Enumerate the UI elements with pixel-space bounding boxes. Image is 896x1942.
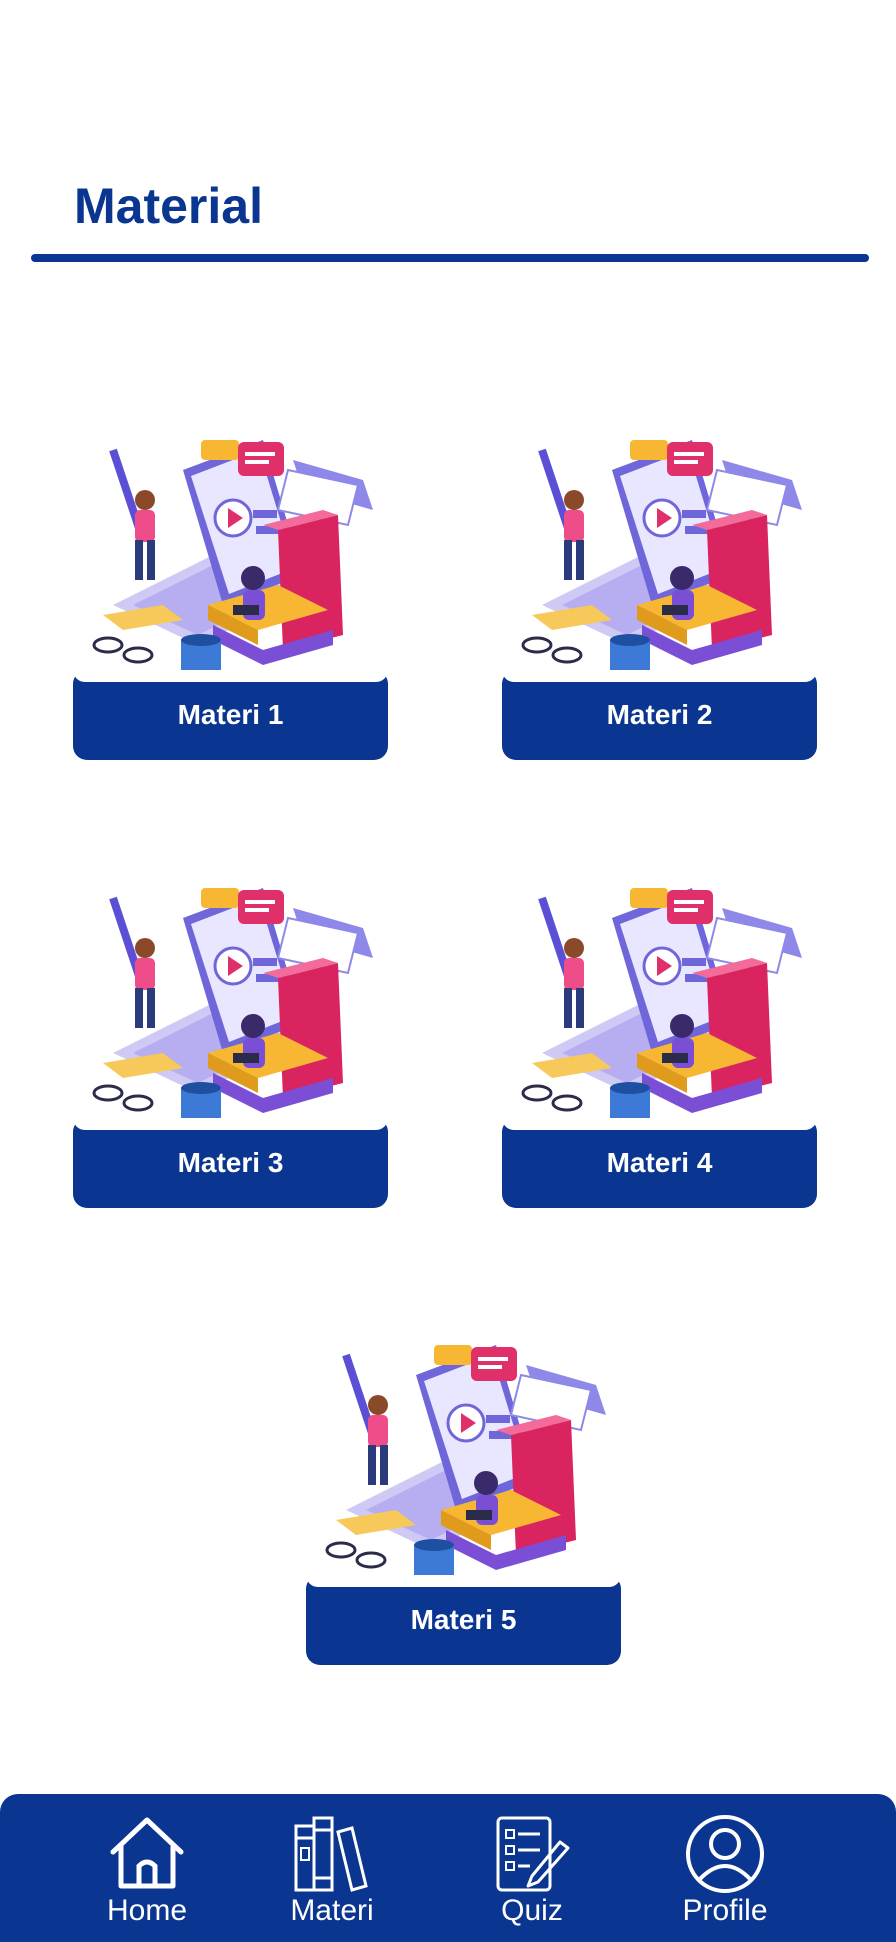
materi-card-5[interactable]: Materi 5 [306, 1345, 621, 1665]
card-label: Materi 2 [606, 699, 713, 730]
bottom-navigation: Home Materi Quiz Profile [0, 1794, 896, 1942]
nav-label: Materi [290, 1894, 374, 1927]
study-illustration [502, 888, 817, 1130]
card-label: Materi 4 [606, 1147, 713, 1178]
card-label: Materi 3 [177, 1147, 284, 1178]
nav-label: Profile [682, 1894, 768, 1927]
profile-icon [686, 1815, 764, 1893]
study-illustration [306, 1345, 621, 1587]
card-label-bar[interactable]: Materi 4 [502, 1118, 817, 1208]
materi-card-1[interactable]: Materi 1 [73, 440, 388, 760]
card-label: Materi 1 [177, 699, 284, 730]
study-illustration [73, 440, 388, 682]
nav-label: Home [106, 1894, 188, 1927]
nav-item-home[interactable]: Home [72, 1794, 222, 1942]
home-icon [110, 1817, 184, 1889]
study-illustration [502, 440, 817, 682]
nav-item-profile[interactable]: Profile [650, 1794, 800, 1942]
card-label-bar[interactable]: Materi 3 [73, 1118, 388, 1208]
materi-card-3[interactable]: Materi 3 [73, 888, 388, 1208]
books-icon [294, 1816, 368, 1892]
study-illustration [73, 888, 388, 1130]
card-label: Materi 5 [410, 1604, 517, 1635]
materi-card-2[interactable]: Materi 2 [502, 440, 817, 760]
materi-card-4[interactable]: Materi 4 [502, 888, 817, 1208]
page-title: Material [74, 178, 263, 234]
quiz-icon [496, 1816, 570, 1892]
title-divider [31, 254, 869, 262]
card-label-bar[interactable]: Materi 5 [306, 1575, 621, 1665]
card-label-bar[interactable]: Materi 2 [502, 670, 817, 760]
nav-label: Quiz [501, 1894, 563, 1927]
nav-item-quiz[interactable]: Quiz [457, 1794, 607, 1942]
card-label-bar[interactable]: Materi 1 [73, 670, 388, 760]
nav-item-materi[interactable]: Materi [257, 1794, 407, 1942]
